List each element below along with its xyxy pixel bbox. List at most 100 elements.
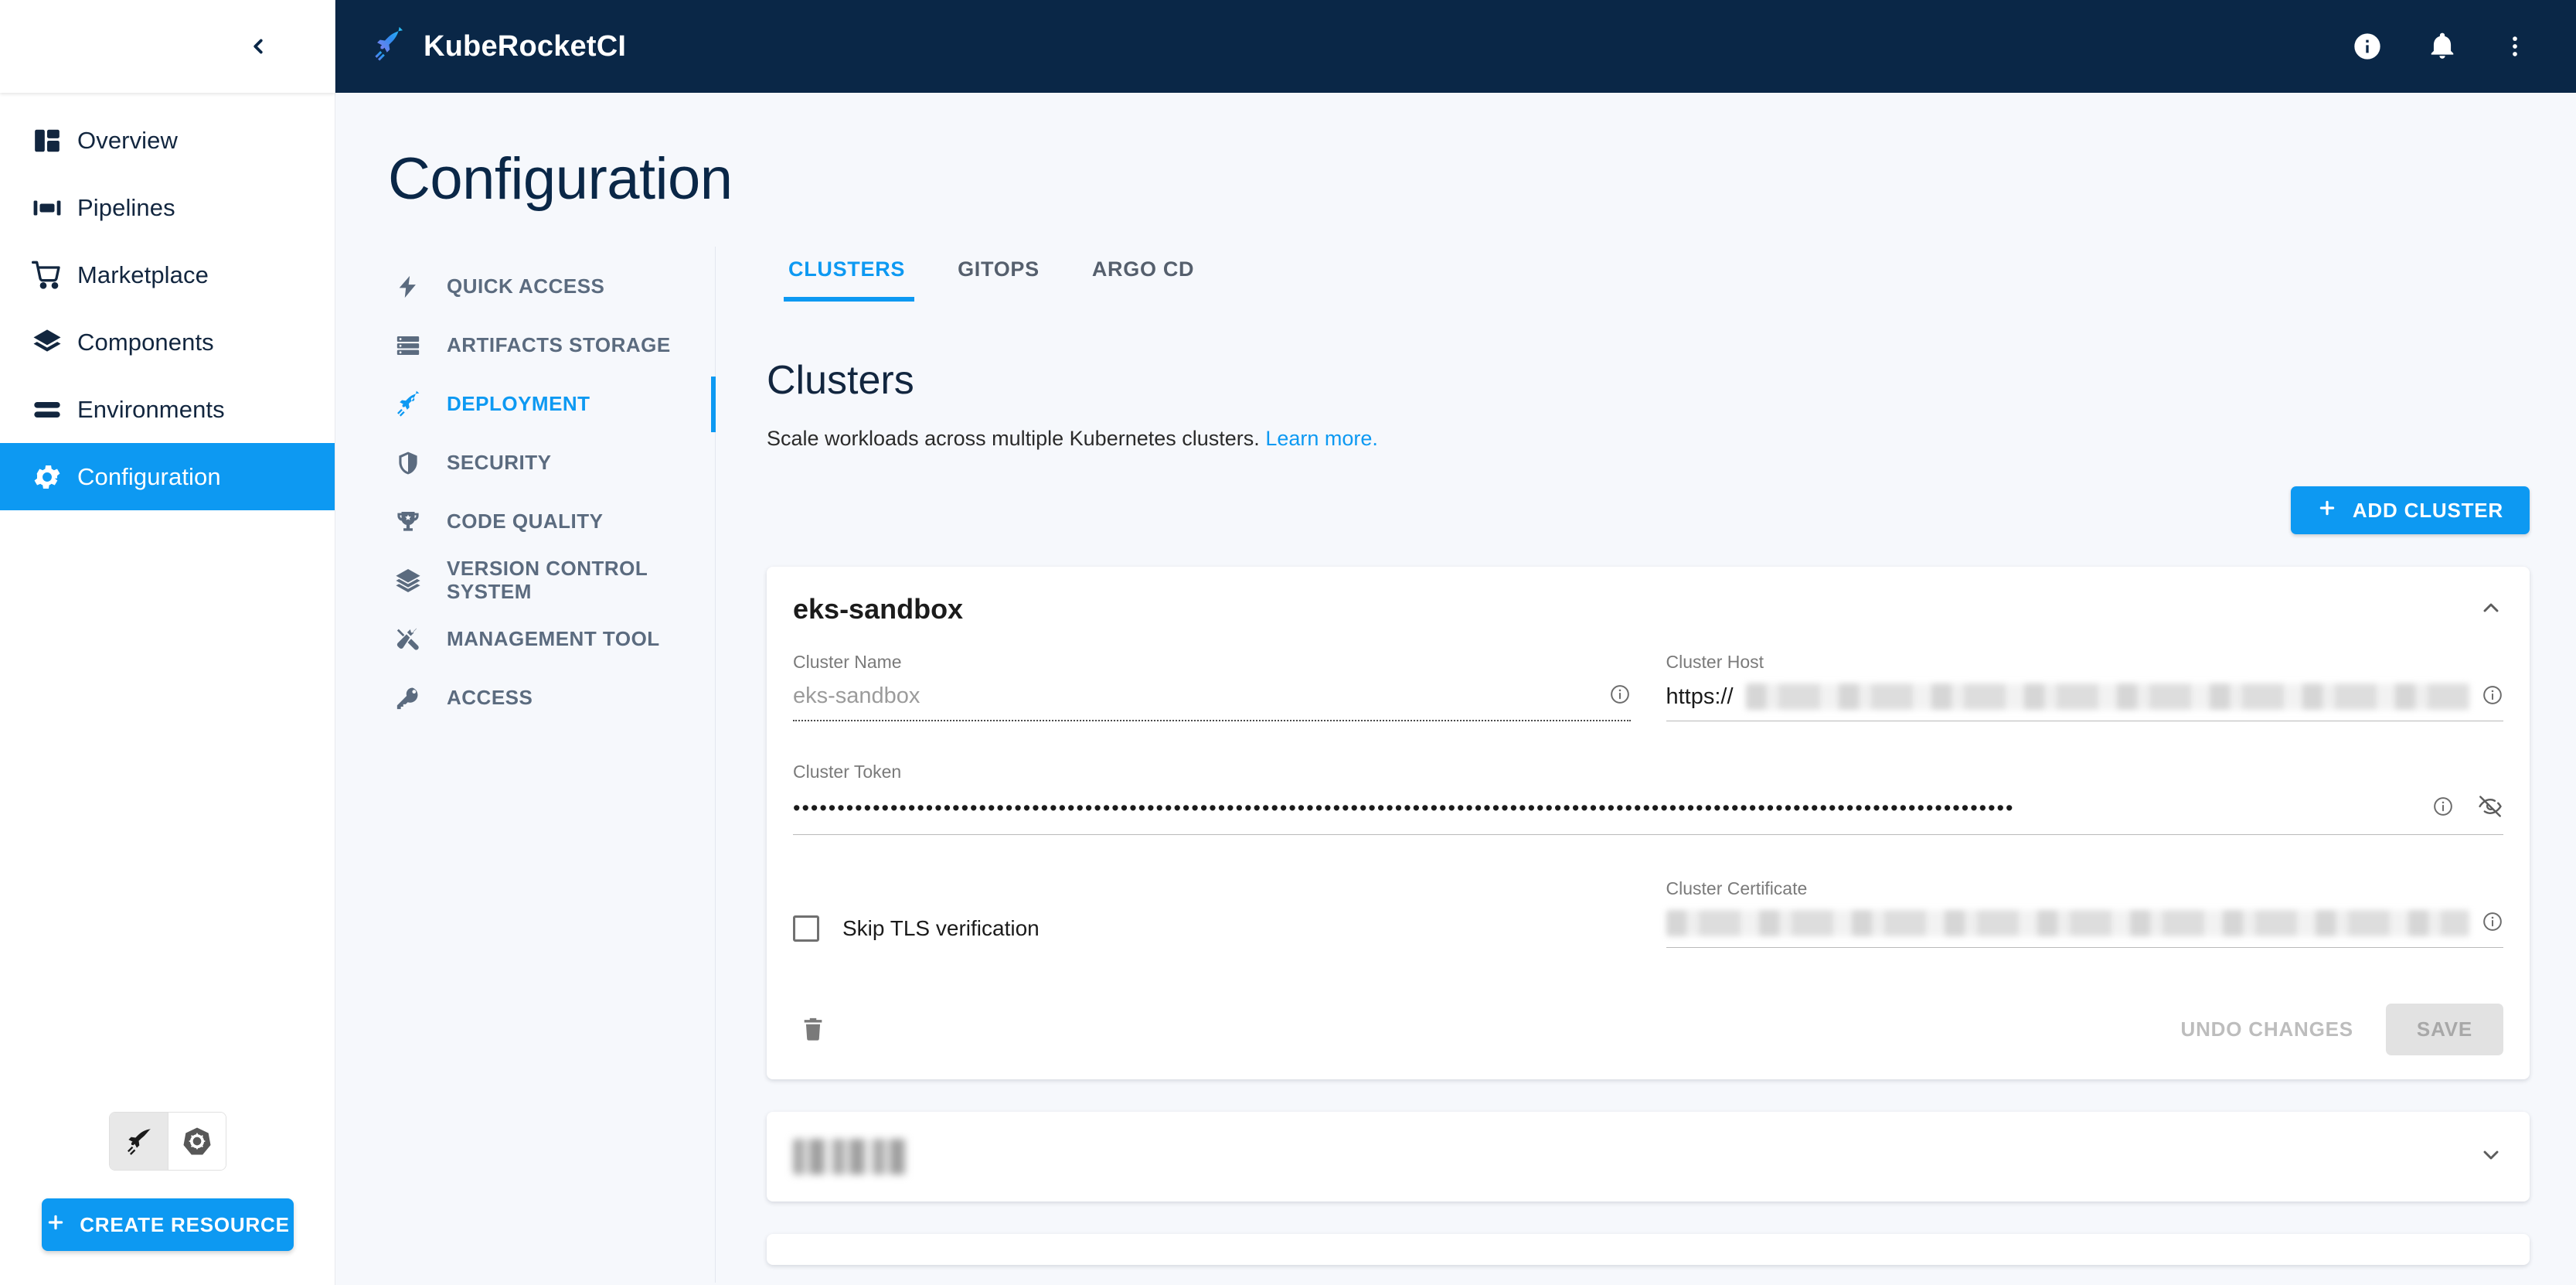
app-topbar: KubeRocketCI	[335, 0, 2576, 93]
create-resource-label: CREATE RESOURCE	[80, 1212, 290, 1236]
cluster-card-partial[interactable]	[767, 1234, 2530, 1265]
skip-tls-checkbox[interactable]	[793, 915, 819, 942]
submenu-item-label: MANAGEMENT TOOL	[447, 627, 660, 651]
row-name-host: Cluster Name eks-sandbox Cluster Host ht…	[793, 652, 2503, 721]
cluster-card-collapsed-header[interactable]	[793, 1112, 2503, 1201]
dashboard-icon	[17, 126, 77, 155]
cluster-host-redacted-value	[1745, 683, 2469, 710]
save-button[interactable]: SAVE	[2385, 1003, 2503, 1055]
cluster-host-label: Cluster Host	[1666, 652, 1764, 672]
submenu-item-quick-access[interactable]: QUICK ACCESS	[388, 257, 715, 316]
info-circle-icon[interactable]	[2482, 911, 2503, 936]
bell-icon[interactable]	[2428, 32, 2457, 61]
cluster-name-value: eks-sandbox	[793, 683, 920, 708]
undo-changes-button[interactable]: UNDO CHANGES	[2163, 1005, 2372, 1054]
sidebar-item-configuration[interactable]: Configuration	[0, 443, 335, 510]
cluster-certificate-label: Cluster Certificate	[1666, 878, 1808, 898]
trophy-icon	[388, 509, 428, 535]
cluster-token-value: ••••••••••••••••••••••••••••••••••••••••…	[793, 798, 2015, 819]
plus-icon	[46, 1212, 66, 1238]
chevron-up-icon[interactable]	[2479, 595, 2503, 624]
chevron-left-icon[interactable]	[240, 29, 276, 64]
cluster-token-label: Cluster Token	[793, 762, 902, 782]
cluster-card-title: eks-sandbox	[793, 593, 964, 625]
sidebar-item-label: Overview	[77, 126, 178, 154]
section-description-text: Scale workloads across multiple Kubernet…	[767, 427, 1260, 450]
submenu-item-deployment[interactable]: DEPLOYMENT	[388, 375, 716, 434]
skip-tls-label: Skip TLS verification	[842, 916, 1040, 940]
tab-clusters[interactable]: CLUSTERS	[767, 247, 931, 302]
submenu-item-label: QUICK ACCESS	[447, 274, 605, 298]
panel-tabs: CLUSTERS GITOPS ARGO CD	[767, 247, 2530, 302]
main-sidebar: Overview Pipelines Marketplace Component…	[0, 0, 335, 1285]
layers-icon	[17, 327, 77, 358]
submenu-item-artifacts-storage[interactable]: ARTIFACTS STORAGE	[388, 316, 715, 375]
submenu-item-security[interactable]: SECURITY	[388, 434, 715, 493]
tab-argo-cd[interactable]: ARGO CD	[1066, 247, 1220, 302]
cluster-card-collapsed	[767, 1112, 2530, 1201]
kubernetes-helm-icon[interactable]	[168, 1113, 226, 1170]
section-description: Scale workloads across multiple Kubernet…	[767, 427, 2530, 451]
submenu-item-access[interactable]: ACCESS	[388, 669, 715, 728]
configuration-submenu: QUICK ACCESS ARTIFACTS STORAGE DEPLOYMEN…	[388, 247, 716, 1283]
cluster-token-input[interactable]: ••••••••••••••••••••••••••••••••••••••••…	[793, 793, 2503, 835]
app-root: Overview Pipelines Marketplace Component…	[0, 0, 2576, 1285]
row-tls-certificate: Skip TLS verification Cluster Certificat…	[793, 878, 2503, 948]
cluster-host-prefix: https://	[1666, 683, 1734, 709]
page-content: Configuration QUICK ACCESS ARTIFACTS STO…	[335, 93, 2576, 1285]
sidebar-item-marketplace[interactable]: Marketplace	[0, 241, 335, 308]
submenu-item-label: VERSION CONTROL SYSTEM	[447, 557, 648, 603]
create-resource-button[interactable]: CREATE RESOURCE	[42, 1198, 294, 1251]
cluster-card-collapsed-title	[793, 1139, 907, 1174]
sidebar-footer: CREATE RESOURCE	[0, 1112, 335, 1285]
cluster-card-header[interactable]: eks-sandbox	[793, 567, 2503, 652]
cluster-host-input[interactable]: https://	[1666, 683, 2503, 721]
cluster-name-input[interactable]: eks-sandbox	[793, 683, 1631, 721]
body-row: QUICK ACCESS ARTIFACTS STORAGE DEPLOYMEN…	[335, 247, 2576, 1283]
eye-off-icon[interactable]	[2477, 793, 2503, 823]
cluster-card-eks-sandbox: eks-sandbox Cluster Name eks-sandbox Clu…	[767, 567, 2530, 1079]
sidebar-header	[0, 0, 335, 93]
brand[interactable]: KubeRocketCI	[371, 26, 626, 66]
cluster-token-field: Cluster Token ••••••••••••••••••••••••••…	[793, 762, 2503, 835]
submenu-item-label: CODE QUALITY	[447, 510, 604, 533]
cluster-name-label: Cluster Name	[793, 652, 902, 672]
submenu-item-label: ACCESS	[447, 686, 533, 710]
info-icon[interactable]	[2352, 31, 2383, 62]
cluster-certificate-redacted-value	[1666, 910, 2469, 936]
kuberocket-rocket-icon[interactable]	[110, 1113, 168, 1170]
info-circle-icon[interactable]	[2432, 796, 2454, 821]
bolt-icon	[388, 274, 428, 300]
storage-icon	[388, 332, 428, 359]
topbar-actions	[2352, 31, 2528, 62]
sidebar-item-overview[interactable]: Overview	[0, 107, 335, 174]
sidebar-item-label: Components	[77, 328, 214, 356]
submenu-item-code-quality[interactable]: CODE QUALITY	[388, 493, 715, 551]
cluster-host-field: Cluster Host https://	[1666, 652, 2503, 721]
submenu-item-version-control-system[interactable]: VERSION CONTROL SYSTEM	[388, 551, 715, 610]
cluster-certificate-input[interactable]	[1666, 910, 2503, 948]
pipelines-icon	[17, 193, 77, 223]
learn-more-link[interactable]: Learn more.	[1265, 427, 1378, 450]
skip-tls-row[interactable]: Skip TLS verification	[793, 915, 1631, 948]
info-circle-icon[interactable]	[2482, 684, 2503, 710]
layers-icon	[388, 567, 428, 595]
chevron-down-icon[interactable]	[2479, 1143, 2503, 1171]
sidebar-item-environments[interactable]: Environments	[0, 376, 335, 443]
kebab-menu-icon[interactable]	[2502, 33, 2528, 60]
section-heading: Clusters	[767, 358, 914, 403]
sidebar-item-label: Marketplace	[77, 261, 209, 288]
sidebar-item-pipelines[interactable]: Pipelines	[0, 174, 335, 241]
tools-icon	[388, 626, 428, 653]
sidebar-item-components[interactable]: Components	[0, 308, 335, 376]
trash-icon[interactable]	[793, 1009, 833, 1049]
submenu-item-management-tool[interactable]: MANAGEMENT TOOL	[388, 610, 715, 669]
add-cluster-row: ADD CLUSTER	[767, 486, 2530, 534]
add-cluster-label: ADD CLUSTER	[2352, 498, 2503, 522]
main-area: KubeRocketCI Configuration QUICK ACCESS …	[335, 0, 2576, 1285]
tab-gitops[interactable]: GITOPS	[931, 247, 1066, 302]
rocket-icon	[388, 390, 428, 418]
add-cluster-button[interactable]: ADD CLUSTER	[2290, 486, 2530, 534]
info-circle-icon[interactable]	[1609, 683, 1631, 709]
sidebar-item-label: Environments	[77, 395, 225, 423]
